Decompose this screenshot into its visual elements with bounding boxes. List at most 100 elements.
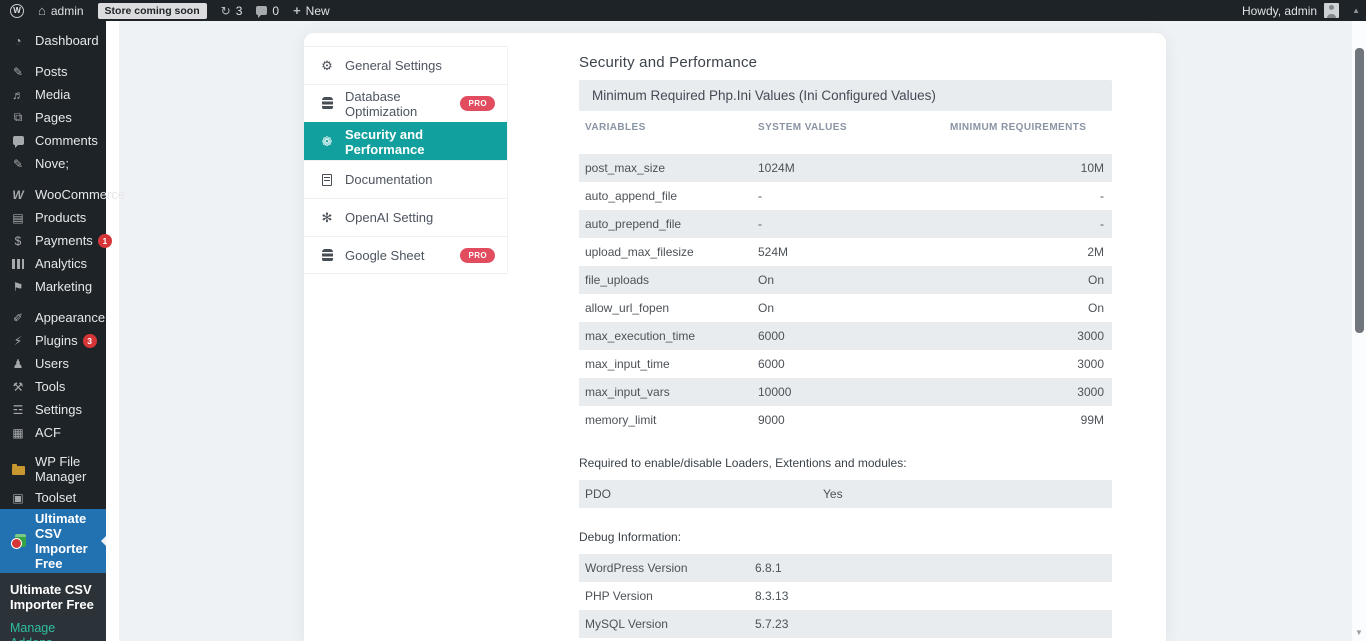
tab-openai-setting[interactable]: ✻OpenAI Setting: [304, 198, 507, 236]
submenu-item-manage-addons[interactable]: Manage Addons: [10, 621, 98, 641]
sidebar-item-media[interactable]: ♬Media: [0, 83, 106, 106]
minimum-requirement-cell: 99M: [944, 406, 1112, 434]
page-scrollbar[interactable]: ▼: [1352, 21, 1366, 641]
sidebar-item-appearance[interactable]: ✐Appearance: [0, 306, 106, 329]
table-row: WordPress Version6.8.1: [579, 554, 1112, 582]
gear-icon: ⚙: [318, 58, 336, 74]
table-row: max_input_time60003000: [579, 350, 1112, 378]
sidebar-item-label: WP File Manager: [35, 454, 100, 484]
table-row: max_input_vars100003000: [579, 378, 1112, 406]
table-row: post_max_size1024M10M: [579, 154, 1112, 182]
comments-indicator[interactable]: 0: [256, 4, 279, 18]
tab-general-settings[interactable]: ⚙General Settings: [304, 46, 507, 84]
sidebar-item-users[interactable]: ♟Users: [0, 352, 106, 375]
comment-bubble-icon: [256, 6, 267, 15]
table-row: max_execution_time60003000: [579, 322, 1112, 350]
table-row: memory_limit900099M: [579, 406, 1112, 434]
php-table-column-headers: VARIABLESSYSTEM VALUESMINIMUM REQUIREMEN…: [579, 111, 1112, 144]
sidebar-item-toolset[interactable]: ▣Toolset: [0, 486, 106, 509]
sidebar-item-analytics[interactable]: Analytics: [0, 252, 106, 275]
label-cell: WordPress Version: [579, 554, 749, 582]
table-row: auto_append_file--: [579, 182, 1112, 210]
variable-cell: max_execution_time: [579, 322, 752, 350]
system-value-cell: 1024M: [752, 154, 944, 182]
folder-icon: [12, 466, 25, 475]
box-icon: ▤: [8, 211, 28, 225]
sidebar-item-woocommerce[interactable]: WWooCommerce: [0, 183, 106, 206]
admin-bar: W ⌂ admin Store coming soon ↻ 3 0 + New …: [0, 0, 1366, 21]
scrollbar-thumb[interactable]: [1355, 48, 1364, 333]
sidebar-item-label: Posts: [35, 64, 68, 79]
system-value-cell: 10000: [752, 378, 944, 406]
sidebar-item-label: Appearance: [35, 310, 105, 325]
count-badge: 1: [98, 234, 112, 248]
new-content-menu[interactable]: + New: [293, 3, 330, 18]
sidebar-item-settings[interactable]: ☲Settings: [0, 398, 106, 421]
minimum-requirement-cell: 2M: [944, 238, 1112, 266]
menu-separator: [0, 298, 106, 306]
csv-importer-logo-icon: [11, 534, 26, 549]
tab-label: Security and Performance: [345, 127, 495, 157]
document-icon: [322, 174, 332, 186]
sidebar-item-csv-importer[interactable]: Ultimate CSV Importer Free: [0, 509, 106, 573]
tab-google-sheet[interactable]: Google SheetPRO: [304, 236, 507, 274]
dashboard-icon: ◔: [8, 34, 28, 48]
sidebar-item-label: Media: [35, 87, 70, 102]
sidebar-item-marketing[interactable]: ⚑Marketing: [0, 275, 106, 298]
sidebar-item-label: Marketing: [35, 279, 92, 294]
sidebar-item-dashboard[interactable]: ◔ Dashboard: [0, 29, 106, 52]
tab-label: OpenAI Setting: [345, 210, 433, 225]
folder-icon: [8, 464, 28, 475]
count-badge: 3: [83, 334, 97, 348]
sidebar-item-products[interactable]: ▤Products: [0, 206, 106, 229]
sidebar-item-tools[interactable]: ⚒Tools: [0, 375, 106, 398]
menu-separator: [0, 52, 106, 60]
comments-count: 0: [272, 4, 279, 18]
table-row: PHP Version8.3.13: [579, 582, 1112, 610]
document-icon: [318, 174, 336, 186]
sidebar-item-posts[interactable]: ✎Posts: [0, 60, 106, 83]
column-header: VARIABLES: [579, 122, 752, 133]
site-menu[interactable]: ⌂ admin: [38, 4, 84, 18]
tab-security-performance[interactable]: ❁Security and Performance: [304, 122, 507, 160]
new-label: New: [306, 4, 330, 18]
system-value-cell: On: [752, 294, 944, 322]
sidebar-item-label: Dashboard: [35, 33, 99, 48]
label-cell: MySQL Version: [579, 610, 749, 638]
database-icon: [322, 97, 333, 110]
user-avatar[interactable]: [1324, 3, 1339, 18]
sidebar-item-plugins[interactable]: ⚡Plugins3: [0, 329, 106, 352]
wp-logo[interactable]: W: [10, 4, 24, 18]
store-coming-soon-badge[interactable]: Store coming soon: [98, 3, 207, 19]
table-row: allow_url_fopenOnOn: [579, 294, 1112, 322]
sidebar-item-pages[interactable]: ⧉Pages: [0, 106, 106, 129]
tab-database-optimization[interactable]: Database OptimizationPRO: [304, 84, 507, 122]
loaders-table: PDOYes: [579, 480, 1112, 508]
sidebar-item-wp-file-manager[interactable]: WP File Manager: [0, 452, 106, 486]
minimum-requirement-cell: -: [944, 210, 1112, 238]
tab-label: Google Sheet: [345, 248, 425, 263]
updates-count: 3: [236, 4, 243, 18]
howdy-account-menu[interactable]: Howdy, admin: [1242, 4, 1317, 18]
tab-documentation[interactable]: Documentation: [304, 160, 507, 198]
scrollbar-up-arrow-icon[interactable]: ▲: [1352, 6, 1360, 15]
plugin-submenu: Ultimate CSV Importer Free Manage Addons: [0, 573, 106, 641]
comment-bubble-icon: [8, 136, 28, 145]
sidebar-item-label: Analytics: [35, 256, 87, 271]
settings-tab-list: ⚙General SettingsDatabase OptimizationPR…: [304, 46, 508, 274]
table-row: auto_prepend_file--: [579, 210, 1112, 238]
value-cell: 5.7.23: [749, 610, 1112, 638]
sidebar-item-comments[interactable]: Comments: [0, 129, 106, 152]
scrollbar-down-arrow-icon[interactable]: ▼: [1352, 628, 1366, 637]
variable-cell: max_input_time: [579, 350, 752, 378]
updates-indicator[interactable]: ↻ 3: [221, 4, 243, 18]
minimum-requirement-cell: 3000: [944, 322, 1112, 350]
menu-separator: [0, 444, 106, 452]
sidebar-item-acf[interactable]: ▦ACF: [0, 421, 106, 444]
sidebar-item-nove[interactable]: ✎Nove;: [0, 152, 106, 175]
submenu-item-csv-importer-free[interactable]: Ultimate CSV Importer Free: [10, 582, 98, 612]
sidebar-item-payments[interactable]: $Payments1: [0, 229, 106, 252]
variable-cell: file_uploads: [579, 266, 752, 294]
column-header: SYSTEM VALUES: [752, 122, 944, 133]
minimum-requirement-cell: On: [944, 266, 1112, 294]
